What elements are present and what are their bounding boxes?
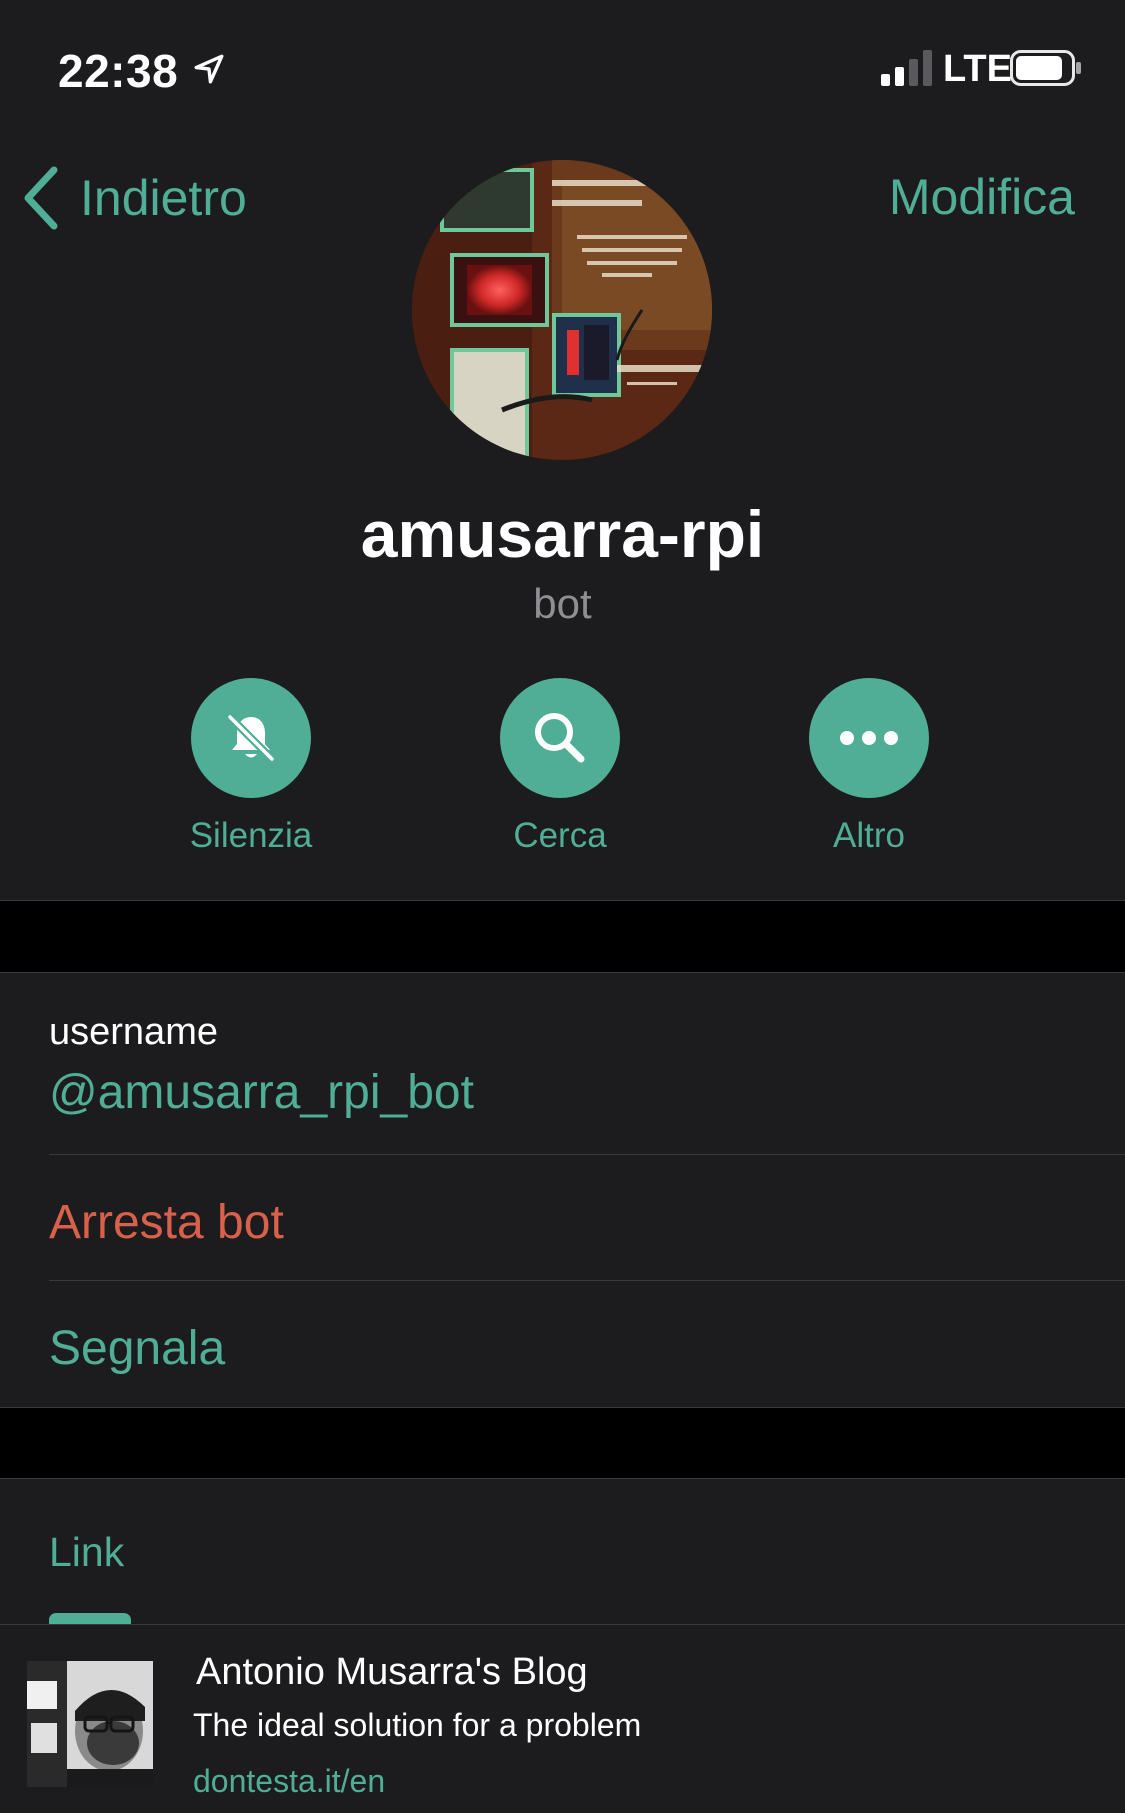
mute-label: Silenzia [189,816,313,855]
profile-screen: 22:38 LTE Indietro Modifica amusarra-rpi… [0,0,1125,1813]
row-divider [49,1154,1125,1155]
more-button[interactable]: Altro [769,678,969,856]
bot-avatar-photo [412,160,712,460]
tab-links[interactable]: Link [49,1529,124,1576]
shared-media-section: Link Antonio Musarra's Blog The ideal so… [0,1478,1125,1813]
bell-slash-icon [226,713,276,763]
link-description: The ideal solution for a problem [193,1707,642,1743]
network-label: LTE [943,48,1012,90]
stop-bot-button[interactable]: Arresta bot [49,1195,284,1250]
search-button[interactable]: Cerca [460,678,660,856]
username-value[interactable]: @amusarra_rpi_bot [49,1065,474,1120]
profile-subtitle: bot [533,580,592,627]
link-title: Antonio Musarra's Blog [196,1651,588,1693]
search-label: Cerca [513,816,607,855]
link-thumbnail [27,1661,153,1787]
edit-button[interactable]: Modifica [889,168,1075,226]
more-circle [809,678,929,798]
mute-button[interactable]: Silenzia [151,678,351,856]
status-time: 22:38 [58,45,179,97]
profile-name: amusarra-rpi [360,497,765,571]
more-label: Altro [833,816,905,855]
mute-circle [191,678,311,798]
search-icon [535,713,585,763]
row-divider [49,1280,1125,1281]
info-section: username @amusarra_rpi_bot Arresta bot S… [0,972,1125,1408]
search-circle [500,678,620,798]
link-url[interactable]: dontesta.it/en [193,1763,385,1800]
avatar[interactable] [412,160,712,460]
battery-icon [1010,50,1081,86]
link-item[interactable]: Antonio Musarra's Blog The ideal solutio… [0,1625,1125,1813]
back-label: Indietro [80,170,247,226]
ellipsis-icon [840,731,898,745]
username-label: username [49,1011,218,1053]
signal-icon [881,50,932,86]
location-arrow-icon [194,54,224,84]
profile-header: 22:38 LTE Indietro Modifica amusarra-rpi… [0,0,1125,901]
back-button[interactable]: Indietro [20,160,247,236]
blog-thumbnail [27,1661,153,1787]
report-button[interactable]: Segnala [49,1321,225,1376]
chevron-left-icon [24,166,58,230]
